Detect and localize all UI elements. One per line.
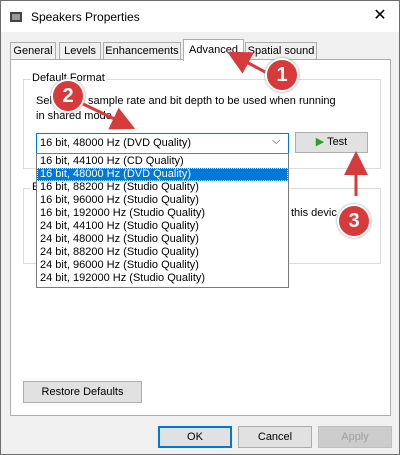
annotation-badge-3: 3 (337, 204, 371, 238)
arrow-to-advanced-tab (227, 51, 268, 75)
arrow-to-combobox (80, 101, 136, 130)
annotation-badge-1: 1 (265, 58, 299, 92)
speakers-properties-window: Speakers Properties ✕ General Levels Enh… (0, 0, 400, 455)
annotation-badge-2: 2 (51, 79, 85, 113)
